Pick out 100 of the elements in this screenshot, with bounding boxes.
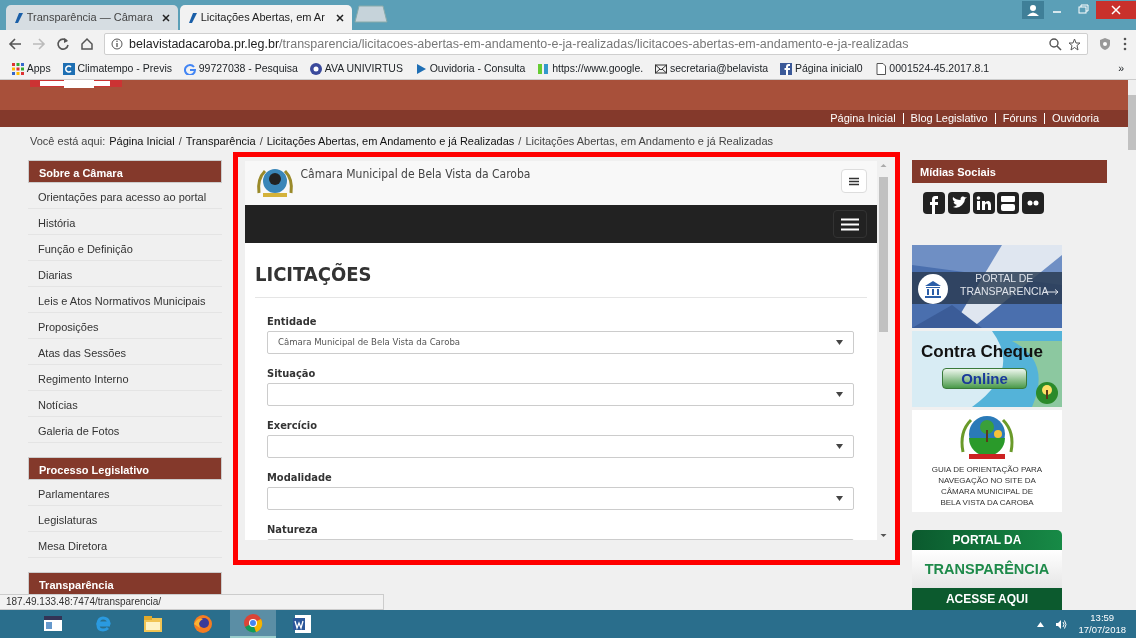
scroll-thumb[interactable] [879,177,888,332]
url-text: belavistadacaroba.pr.leg.br/transparencia/licitacoes-abertas-em-andamento-e-ja-realizadas/licitacoes-abertas-em-andamento-e-ja-realizadas [129,35,909,53]
more-bookmarks-button[interactable]: » [1118,60,1124,77]
address-field[interactable]: belavistadacaroba.pr.leg.br/transparencia/licitacoes-abertas-em-andamento-e-ja-realizadas/licitacoes-abertas-em-andamento-e-ja-realizadas [104,33,1088,55]
bookmark[interactable]: 99727038 - Pesquisa [183,60,298,77]
sidebar-item[interactable]: Orientações para acesso ao portal [28,183,222,209]
back-icon[interactable] [8,37,22,51]
breadcrumb-link[interactable]: Página Inicial [109,133,175,152]
bookmark[interactable]: secretaria@belavista [655,60,769,77]
select-field[interactable] [267,383,854,406]
sidebar-heading: Processo Legislativo [28,457,222,480]
linkedin-icon[interactable] [972,192,995,214]
bookmark[interactable]: 0001524-45.2017.8.1 [874,60,990,77]
browser-tab[interactable]: Transparência — Câmara [6,5,178,30]
breadcrumb-link[interactable]: Transparência [185,133,256,152]
bookmark[interactable]: AVA UNIVIRTUS [309,60,403,77]
breadcrumb-separator: / [259,134,263,149]
field-label: Situação [267,366,317,382]
menu-icon [841,217,859,231]
firefox-icon [192,613,214,635]
breadcrumb-label: Você está aqui: [30,134,106,149]
bookmark[interactable]: Página inicial0 [780,60,863,77]
bookmark[interactable]: Apps [12,60,51,77]
caret-icon [836,340,843,345]
nav-link[interactable]: Fóruns [994,113,1044,124]
breadcrumb-separator: / [178,134,182,149]
bookmark-icon [537,62,550,75]
play-icon [414,62,427,75]
banner-text: NAVEGAÇÃO NO SITE DA [937,475,1037,486]
info-icon [111,38,123,50]
volume-icon[interactable] [1055,618,1068,630]
caret-icon [836,496,843,501]
banner-text: PORTAL DE [974,272,1035,285]
sidebar-item[interactable]: Diarias [28,261,222,287]
bookmark[interactable]: Ouvidoria - Consulta [414,60,526,77]
site-title: Câmara Municipal de Bela Vista da Caroba [300,166,531,183]
shield-icon[interactable] [1098,37,1112,51]
breadcrumb-link[interactable]: Licitações Abertas, em Andamento e já Realizadas [266,133,515,152]
sidebar-heading: Transparência [28,572,222,595]
zoom-icon[interactable] [1049,37,1062,51]
nav-link[interactable]: Página Inicial [823,113,903,124]
banner-link[interactable]: Contra Cheque Online [912,331,1062,407]
tray-arrow-icon[interactable] [1037,621,1045,627]
banner-link[interactable]: PORTAL DA TRANSPARÊNCIA ACESSE AQUI [912,530,1062,610]
nav-link[interactable]: Blog Legislativo [902,113,995,124]
sidebar-item[interactable]: Notícias [28,391,222,417]
banner-button: Online [942,368,1027,389]
banner-text: TRANSPARENCIA [960,285,1049,298]
caret-icon [836,444,843,449]
sidebar-item[interactable]: Galeria de Fotos [28,417,222,443]
select-field[interactable]: Câmara Municipal de Bela Vista da Caroba [267,331,854,354]
sidebar-item[interactable]: Legislaturas [28,506,222,532]
bookmark[interactable]: Climatempo - Previs [62,60,172,77]
banner-link[interactable]: GUIA DE ORIENTAÇÃO PARA NAVEGAÇÃO NO SITE DA CÂMARA MUNICIPAL DE BELA VISTA DA CAROBA [912,410,1062,512]
field-label: Natureza [267,522,319,538]
star-icon[interactable] [1068,37,1081,51]
facebook-icon [780,62,793,75]
google-icon [183,62,196,75]
sidebar-item[interactable]: Atas das Sessões [28,339,222,365]
menu-icon[interactable] [1122,37,1128,51]
browser-tab[interactable]: Licitações Abertas, em Ar [180,5,352,30]
sidebar-item[interactable]: Regimento Interno [28,365,222,391]
clock[interactable]: 13:59 17/07/2018 [1078,612,1126,636]
field-label: Exercício [267,418,319,434]
field-label: Modalidade [267,470,333,486]
sidebar-heading: Mídias Sociais [912,160,1107,183]
close-icon[interactable] [336,13,344,22]
reload-icon[interactable] [56,37,70,51]
bank-icon [918,274,948,304]
user-icon[interactable] [1022,1,1044,19]
bookmark[interactable]: https://www.google. [537,60,644,77]
word-icon [292,613,314,635]
sidebar-item[interactable]: História [28,209,222,235]
breadcrumb-current: Licitações Abertas, em Andamento e já Realizadas [525,134,774,149]
sidebar-item[interactable]: Proposições [28,313,222,339]
nav-link[interactable]: Ouvidoria [1043,113,1106,124]
sidebar-item[interactable]: Mesa Diretora [28,532,222,558]
banner-text: GUIA DE ORIENTAÇÃO PARA [930,464,1044,475]
sidebar-item[interactable]: Função e Definição [28,235,222,261]
flickr-icon[interactable] [1022,192,1044,214]
banner-text: CÂMARA MUNICIPAL DE [940,486,1034,497]
sidebar-item[interactable]: Leis e Atos Normativos Municipais [28,287,222,313]
field-label: Entidade [267,314,318,330]
menu-icon [849,176,859,186]
select-field[interactable] [267,487,854,510]
sidebar-item[interactable]: Parlamentares [28,480,222,506]
banner-heading: Contra Cheque [921,341,1043,363]
emblem-logo [1034,381,1060,405]
select-field[interactable] [267,435,854,458]
twitter-icon[interactable] [947,192,970,214]
page-icon [188,11,198,24]
banner-text: PORTAL DA [912,530,1062,550]
close-icon[interactable] [162,13,170,22]
scroll-thumb[interactable] [1128,95,1136,150]
banner-link[interactable]: PORTAL DE TRANSPARENCIA [912,245,1062,328]
caret-icon [836,392,843,397]
home-icon[interactable] [80,37,94,51]
facebook-icon[interactable] [923,192,945,214]
page-icon [874,62,887,75]
menu-button[interactable] [833,210,867,238]
